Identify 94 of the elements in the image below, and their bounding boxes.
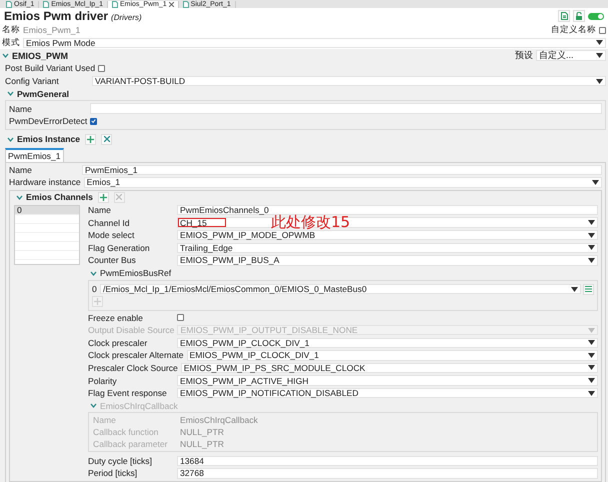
field-label: Period [ticks]	[88, 468, 138, 478]
document-icon	[560, 12, 568, 20]
toggle-switch[interactable]	[588, 12, 604, 20]
dropdown[interactable]: EMIOS_PWM_IP_ACTIVE_HIGH	[177, 375, 598, 386]
field-label: Name	[9, 164, 33, 175]
caret-icon	[592, 180, 599, 185]
section-title: EMIOS_PWM	[12, 50, 68, 61]
field-label: Freeze enable	[88, 312, 144, 323]
highlight-box	[178, 218, 226, 227]
list-item[interactable]: 0	[15, 206, 79, 215]
chevron-icon[interactable]	[2, 52, 9, 60]
section-title: Emios Channels	[26, 192, 93, 202]
remove-button[interactable]	[101, 134, 112, 145]
annotation-overlay: 此处修改15	[271, 215, 350, 230]
field-label: Name	[88, 205, 112, 216]
check-icon	[91, 118, 96, 124]
field-label: Post Build Variant Used	[5, 63, 96, 74]
field-label: Polarity	[88, 376, 118, 386]
text-field[interactable]: PwmEmios_1	[82, 164, 602, 176]
field-label: PwmDevErrorDetect	[9, 116, 88, 126]
field-label: Flag Generation	[88, 242, 151, 253]
dropdown[interactable]: CH_15 此处修改15	[177, 217, 598, 228]
caret-icon	[596, 78, 603, 84]
plus-icon	[94, 298, 101, 306]
field-label: Output Disable Source	[88, 325, 176, 336]
field-value: EmiosChIrqCallback	[180, 415, 258, 426]
lock-button[interactable]	[573, 10, 585, 22]
close-icon	[104, 136, 110, 142]
caret-icon	[596, 40, 603, 46]
dropdown[interactable]: VARIANT-POST-BUILD	[92, 76, 606, 86]
checkbox[interactable]	[177, 314, 184, 322]
dropdown[interactable]: EMIOS_PWM_IP_NOTIFICATION_DISABLED	[177, 388, 598, 398]
caret-icon	[571, 286, 578, 292]
field-label: 模式	[2, 36, 20, 49]
dropdown[interactable]: EMIOS_PWM_IP_PS_SRC_MODULE_CLOCK	[180, 362, 598, 374]
field-label: Flag Event response	[88, 388, 168, 398]
add-button[interactable]	[85, 134, 96, 145]
dropdown[interactable]: EMIOS_PWM_IP_BUS_A	[177, 255, 598, 266]
dropdown[interactable]: Emios Pwm Mode	[23, 38, 606, 48]
caret-icon	[596, 53, 603, 58]
section-title: EmiosChIrqCallback	[100, 400, 178, 411]
dropdown[interactable]: /Emios_Mcl_Ip_1/EmiosMcl/EmiosCommon_0/EMIOS_0_MasteBus0	[100, 284, 581, 294]
dropdown[interactable]: EMIOS_PWM_IP_MODE_OPWMB	[177, 230, 598, 240]
checkbox[interactable]	[90, 118, 98, 125]
field-label: Name	[93, 415, 117, 426]
dropdown[interactable]: 自定义...	[536, 50, 606, 61]
dropdown[interactable]: EMIOS_PWM_IP_CLOCK_DIV_1	[186, 350, 598, 361]
field-label: 自定义名称	[551, 24, 596, 36]
section-title: PwmGeneral	[17, 88, 70, 99]
text-field[interactable]: 13684	[177, 456, 598, 466]
chevron-icon[interactable]	[90, 270, 97, 277]
field-label: Callback function	[93, 427, 160, 438]
list-icon	[585, 286, 592, 292]
dropdown[interactable]: Emios_1	[84, 177, 602, 188]
lock-icon	[575, 12, 583, 20]
field-label: Clock prescaler	[88, 338, 148, 348]
field-label: Duty cycle [ticks]	[88, 456, 153, 466]
field-value: NULL_PTR	[180, 439, 224, 450]
name-value: Emios_Pwm_1	[23, 25, 80, 36]
field-label: 名称	[2, 24, 20, 36]
field-label: Counter Bus	[88, 255, 137, 266]
text-field[interactable]	[90, 103, 602, 114]
field-label: Hardware instance	[9, 177, 82, 188]
plus-icon	[87, 136, 94, 143]
field-label: Callback parameter	[93, 439, 169, 450]
field-label: Mode select	[88, 230, 136, 240]
section-title: PwmEmiosBusRef	[100, 268, 172, 278]
text-field[interactable]: 32768	[177, 468, 598, 479]
field-label: 预设	[515, 49, 533, 62]
page-title: Emios Pwm driver	[4, 9, 108, 23]
section-title: Emios Instance	[17, 134, 80, 144]
list-button[interactable]	[583, 284, 594, 295]
page-subtitle: (Drivers)	[111, 12, 142, 22]
plus-icon	[100, 194, 107, 201]
close-icon	[116, 194, 122, 200]
field-label: Prescaler Clock Source	[88, 362, 179, 373]
chevron-icon[interactable]	[16, 194, 23, 201]
dropdown[interactable]: Trailing_Edge	[177, 242, 598, 254]
checkbox[interactable]	[599, 26, 606, 34]
chevron-icon[interactable]	[7, 136, 14, 143]
close-icon[interactable]	[168, 2, 174, 7]
instance-tab[interactable]: PwmEmios_1	[5, 148, 64, 162]
index-label: 0	[92, 284, 98, 294]
chevron-icon[interactable]	[7, 90, 14, 98]
field-label: Channel Id	[88, 218, 131, 228]
dropdown[interactable]: EMIOS_PWM_IP_CLOCK_DIV_1	[177, 338, 598, 348]
field-value: NULL_PTR	[180, 427, 224, 438]
field-label: Name	[9, 104, 33, 114]
document-button[interactable]	[558, 10, 570, 22]
field-label: Clock prescaler Alternate	[88, 350, 185, 360]
checkbox[interactable]	[98, 64, 106, 72]
text-field[interactable]: PwmEmiosChannels_0	[177, 204, 598, 216]
field-label: Config Variant	[5, 76, 60, 86]
add-button[interactable]	[98, 192, 109, 203]
